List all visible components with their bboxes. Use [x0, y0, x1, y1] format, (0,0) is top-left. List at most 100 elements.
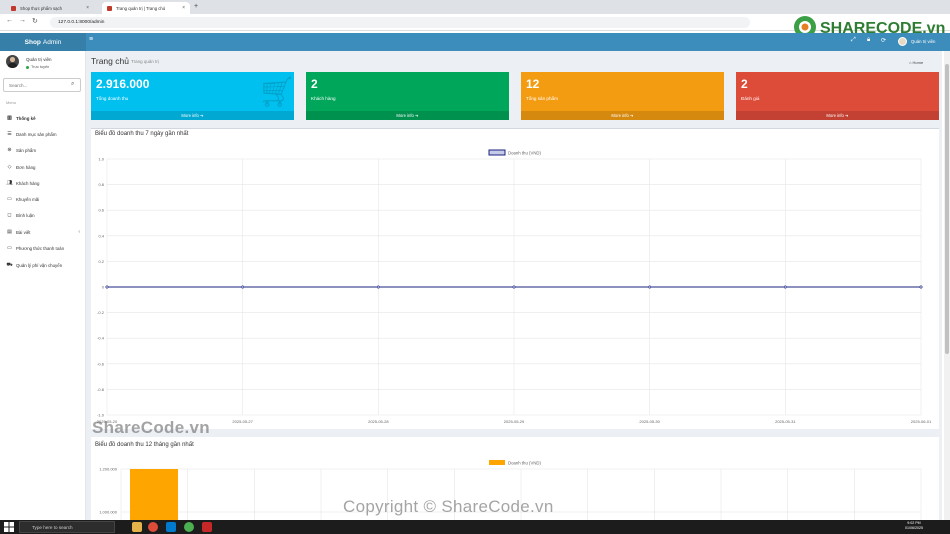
taskbar-search[interactable]: Type here to search — [19, 521, 115, 533]
sidebar-item-products[interactable]: ⊛ Sản phẩm — [0, 143, 86, 157]
y-tick-label: -0.2 — [97, 310, 105, 315]
legend-label: Doanh thu (VND) — [508, 461, 542, 466]
tab-label: Trang quản trị | Trang chủ — [116, 5, 166, 11]
product-icon: ⊛ — [7, 147, 12, 153]
header-user-name[interactable]: Quản trị viên — [911, 39, 935, 44]
stat-label: Tổng doanh thu — [96, 96, 129, 101]
sidebar-item-label: Bình luận — [16, 212, 35, 218]
sidebar-item-label: Thống kê — [16, 115, 36, 121]
header-avatar[interactable] — [898, 37, 907, 46]
watermark-text: ShareCode.vn — [92, 418, 210, 437]
url-field[interactable]: 127.0.0.1:8000/admin — [50, 17, 750, 28]
new-tab-icon[interactable]: + — [194, 3, 198, 10]
logo-rest: Admin — [42, 38, 62, 46]
forward-icon[interactable]: → — [19, 17, 26, 24]
y-tick-label: 0 — [102, 285, 105, 290]
sidebar-item-comments[interactable]: ◻ Bình luận — [0, 208, 86, 222]
sidebar-item-shipping-fees[interactable]: ⛟ Quản lý phí vận chuyển — [0, 258, 86, 272]
back-icon[interactable]: ← — [6, 17, 13, 24]
truck-icon: ⛟ — [6, 261, 13, 268]
sidebar-item-categories[interactable]: ☰ Danh mục sản phẩm — [0, 127, 86, 141]
x-tick-label: 2025-05-29 — [504, 419, 525, 424]
sidebar-item-promotions[interactable]: ▭ Khuyến mãi — [0, 192, 86, 206]
y-tick-label: 0.8 — [98, 182, 104, 187]
y-tick-label: -1.0 — [97, 413, 105, 418]
chrome-icon[interactable] — [148, 522, 158, 532]
sidebar-item-orders[interactable]: ◇ Đơn hàng — [0, 160, 86, 174]
close-tab-icon[interactable]: × — [86, 5, 89, 11]
page-title: Trang chủ — [91, 56, 129, 66]
windows-start-icon[interactable] — [4, 522, 14, 532]
app-header — [0, 33, 950, 51]
x-tick-label: 2025-05-30 — [639, 419, 660, 424]
stat-box-reviews: 2 Đánh giá More info ➔ — [736, 72, 939, 120]
diamond-icon: ◇ — [7, 164, 12, 170]
app-icon[interactable] — [184, 522, 194, 532]
more-info-link[interactable]: More info ➔ — [306, 111, 509, 120]
y-tick-label: 1.000.000 — [99, 510, 118, 515]
users-icon: 👥︎ — [6, 180, 13, 186]
data-point — [105, 285, 109, 289]
logo-bold: Shop — [24, 38, 41, 46]
data-point — [512, 285, 516, 289]
fullscreen-icon[interactable]: ⤢ — [851, 37, 856, 44]
sidebar-item-payment-methods[interactable]: ▭ Phương thức thanh toán — [0, 241, 86, 255]
app-icon[interactable] — [202, 522, 212, 532]
bar — [130, 469, 178, 522]
sidebar-item-label: Phương thức thanh toán — [16, 245, 65, 251]
y-tick-label: -0.8 — [97, 387, 105, 392]
sidebar-item-customers[interactable]: 👥︎ Khách hàng — [0, 176, 86, 190]
chevron-left-icon: ‹ — [78, 229, 80, 235]
menu-header: Menu — [6, 100, 17, 105]
data-point — [783, 285, 787, 289]
status-dot-icon — [26, 65, 29, 69]
menu-toggle-icon[interactable]: ≡ — [89, 36, 93, 43]
stat-box-products: 12 Tổng sản phẩm More info ➔ — [521, 72, 724, 120]
tab-favicon-icon — [11, 5, 16, 11]
scrollbar-thumb[interactable] — [945, 64, 949, 354]
data-point — [376, 285, 380, 289]
more-info-link[interactable]: More info ➔ — [521, 111, 724, 120]
sidebar-item-articles[interactable]: ▤ Bài viết ‹ — [0, 225, 86, 239]
sidebar-search-input[interactable] — [3, 78, 81, 92]
x-tick-label: 2025-06-01 — [911, 419, 932, 424]
sidebar-item-label: Quản lý phí vận chuyển — [16, 262, 63, 268]
vscode-icon[interactable] — [166, 522, 176, 532]
chart-icon: ▥ — [7, 115, 12, 121]
status-text: Trực tuyến — [31, 65, 50, 69]
data-point — [648, 285, 652, 289]
legend-swatch — [488, 149, 506, 156]
lock-icon[interactable]: 🔒︎ — [867, 37, 870, 44]
sidebar-user-name[interactable]: Quản trị viên — [26, 57, 52, 62]
y-tick-label: 0.2 — [98, 259, 104, 264]
refresh-icon[interactable]: ⟳ — [881, 37, 886, 44]
y-tick-label: 0.6 — [98, 208, 104, 213]
sidebar-item-label: Danh mục sản phẩm — [16, 131, 57, 137]
reload-icon[interactable]: ↻ — [32, 17, 38, 25]
breadcrumb[interactable]: ⌂ Home — [909, 60, 923, 65]
cart-icon: 🛒︎ — [258, 76, 297, 109]
browser-tab[interactable]: Shop thực phẩm sạch × — [6, 2, 94, 14]
stat-label: Khách hàng — [311, 96, 336, 101]
search-icon[interactable]: ⌕ — [71, 81, 74, 88]
close-tab-icon[interactable]: × — [182, 5, 185, 11]
chart-title: Biểu đồ doanh thu 12 tháng gần nhất — [95, 442, 194, 448]
stat-label: Đánh giá — [741, 96, 760, 101]
stat-box-customers: 2 Khách hàng More info ➔ — [306, 72, 509, 120]
app-logo[interactable]: Shop Admin — [0, 33, 86, 51]
payment-icon: ▭ — [7, 245, 12, 251]
taskbar-clock[interactable]: 9:02 PM 01/06/2025 — [905, 521, 923, 531]
more-info-link[interactable]: More info ➔ — [736, 111, 939, 120]
chart-title: Biểu đồ doanh thu 7 ngày gần nhất — [95, 131, 189, 137]
y-tick-label: 1.0 — [98, 157, 104, 162]
sidebar-item-statistics[interactable]: ▥ Thống kê — [0, 111, 86, 125]
watermark-copyright: Copyright © ShareCode.vn — [343, 497, 554, 516]
page-subtitle: Trang quản trị — [131, 59, 159, 64]
browser-tab-active[interactable]: Trang quản trị | Trang chủ × — [102, 2, 190, 14]
file-explorer-icon[interactable] — [132, 522, 142, 532]
breadcrumb-home: Home — [912, 60, 924, 65]
stat-value: 2 — [741, 77, 748, 91]
tab-label: Shop thực phẩm sạch — [20, 5, 63, 11]
more-info-link[interactable]: More info ➔ — [91, 111, 294, 120]
sidebar-item-label: Khuyến mãi — [16, 196, 40, 202]
